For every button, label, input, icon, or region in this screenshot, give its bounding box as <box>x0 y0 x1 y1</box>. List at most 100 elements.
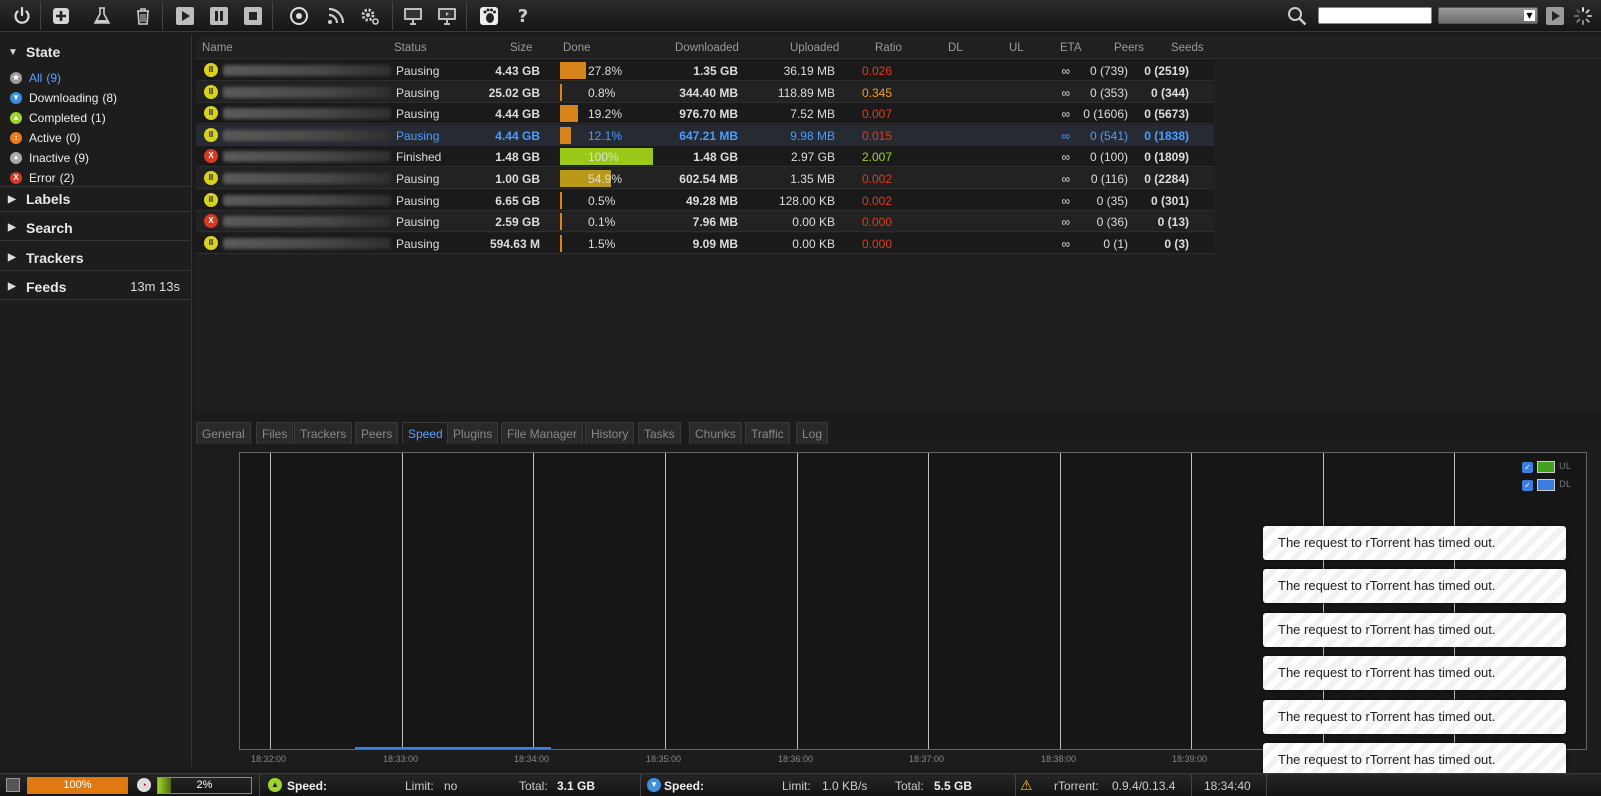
torrent-row[interactable]: II Pausing 25.02 GB 0.8% 344.40 MB 118.89 MB 0… <box>196 81 1214 103</box>
rss-feed-icon[interactable] <box>323 3 349 29</box>
cell-done-text: 54.9% <box>588 172 623 186</box>
start-icon[interactable] <box>172 3 198 29</box>
torrent-name-redacted <box>223 129 391 141</box>
checkbox-ul[interactable]: ✓ <box>1522 461 1533 473</box>
ul-limit-value[interactable]: no <box>444 779 457 793</box>
col-name[interactable]: Name <box>202 42 233 54</box>
disk-meter: 100% <box>27 777 128 794</box>
state-item-completed[interactable]: ▲ Completed (1) <box>10 109 106 127</box>
cell-done-text: 0.8% <box>588 85 616 100</box>
labels-header[interactable]: ▶ Labels <box>0 186 190 212</box>
col-uploaded[interactable]: Uploaded <box>790 42 839 54</box>
col-eta[interactable]: ETA <box>1060 42 1082 54</box>
search-go-icon[interactable] <box>1542 3 1568 29</box>
col-seeds[interactable]: Seeds <box>1171 42 1204 54</box>
search-input[interactable] <box>1318 7 1432 24</box>
state-label: Active <box>29 131 62 145</box>
expand-down-icon: ▼ <box>8 46 18 58</box>
create-icon[interactable] <box>89 3 115 29</box>
help-icon[interactable]: ? <box>510 3 536 29</box>
tab-file-manager[interactable]: File Manager <box>501 422 584 444</box>
torrent-row[interactable]: II Pausing 4.44 GB 19.2% 976.70 MB 7.52 MB 0.0… <box>196 103 1214 125</box>
cell-downloaded: 976.70 MB <box>679 107 738 122</box>
state-item-all[interactable]: ★ All (9) <box>10 69 61 87</box>
tab-files[interactable]: Files <box>256 422 294 444</box>
cell-seeds: 0 (2519) <box>1144 64 1189 78</box>
legend-ul[interactable]: ✓ UL <box>1522 461 1571 473</box>
cell-seeds: 0 (2284) <box>1144 172 1189 186</box>
tab-peers[interactable]: Peers <box>355 422 399 444</box>
power-icon[interactable] <box>9 3 35 29</box>
col-dl[interactable]: DL <box>948 42 963 54</box>
search-engine-select[interactable]: ▼ <box>1438 7 1538 24</box>
torrent-row[interactable]: II Pausing 6.65 GB 0.5% 49.28 MB 128.00 KB 0.0… <box>196 189 1214 211</box>
error-toast[interactable]: The request to rTorrent has timed out. <box>1263 656 1566 691</box>
trackers-header[interactable]: ▶ Trackers <box>0 245 190 271</box>
paused-status-icon: II <box>204 235 218 250</box>
stop-icon[interactable] <box>240 3 266 29</box>
state-item-error[interactable]: X Error (2) <box>10 169 74 187</box>
error-toast[interactable]: The request to rTorrent has timed out. <box>1263 569 1566 604</box>
warning-icon[interactable]: ⚠ <box>1020 777 1033 794</box>
col-peers[interactable]: Peers <box>1114 42 1144 54</box>
cell-done-text: 12.1% <box>588 128 623 143</box>
col-downloaded[interactable]: Downloaded <box>675 42 739 54</box>
col-status[interactable]: Status <box>394 42 427 54</box>
tab-history[interactable]: History <box>585 422 635 444</box>
progress-bar <box>560 191 562 209</box>
tab-log[interactable]: Log <box>796 422 829 444</box>
tab-speed[interactable]: Speed <box>402 422 449 444</box>
dl-limit-value[interactable]: 1.0 KB/s <box>822 779 867 793</box>
error-toast[interactable]: The request to rTorrent has timed out. <box>1263 699 1566 734</box>
cell-status: Pausing <box>396 128 440 143</box>
col-size[interactable]: Size <box>510 42 532 54</box>
cell-seeds: 0 (13) <box>1157 215 1189 230</box>
pause-icon[interactable] <box>206 3 232 29</box>
ul-limit-label: Limit: <box>405 779 434 793</box>
error-toast[interactable]: The request to rTorrent has timed out. <box>1263 526 1566 560</box>
col-done[interactable]: Done <box>563 42 591 54</box>
cell-eta: ∞ <box>1061 64 1070 78</box>
error-toast[interactable]: The request to rTorrent has timed out. <box>1263 612 1566 647</box>
tab-traffic[interactable]: Traffic <box>745 422 790 444</box>
dl-speed-line <box>355 747 551 749</box>
labels-header-label: Labels <box>26 191 71 207</box>
legend-dl[interactable]: ✓ DL <box>1522 479 1571 491</box>
x-tick-label: 18:36:00 <box>778 754 814 764</box>
screen-share-icon[interactable] <box>434 3 460 29</box>
add-icon[interactable] <box>48 3 74 29</box>
settings-icon[interactable] <box>357 3 383 29</box>
search-header[interactable]: ▶ Search <box>0 215 190 241</box>
torrent-row[interactable]: II Pausing 4.44 GB 12.1% 647.21 MB 9.98 MB 0.0… <box>196 124 1214 146</box>
torrent-row[interactable]: II Pausing 594.63 M 1.5% 9.09 MB 0.00 KB 0.000… <box>196 232 1214 254</box>
checkbox-dl[interactable]: ✓ <box>1522 479 1533 491</box>
torrent-row[interactable]: II Pausing 4.43 GB 27.8% 1.35 GB 36.19 MB 0.02… <box>196 60 1214 81</box>
tab-chunks[interactable]: Chunks <box>689 422 742 444</box>
state-count: (9) <box>46 71 62 85</box>
cell-uploaded: 1.35 MB <box>790 172 835 186</box>
tab-general[interactable]: General <box>196 422 251 444</box>
torrent-row[interactable]: X Finished 1.48 GB 100% 1.48 GB 2.97 GB 2.007 ∞… <box>196 146 1214 168</box>
state-error-icon: X <box>10 172 22 184</box>
tab-plugins[interactable]: Plugins <box>447 422 499 444</box>
dl-total-label: Total: <box>895 779 924 793</box>
error-toast[interactable]: The request to rTorrent has timed out. <box>1263 743 1566 777</box>
state-item-downloading[interactable]: ▼ Downloading (8) <box>10 89 117 107</box>
remove-icon[interactable] <box>130 3 156 29</box>
cell-done-text: 27.8% <box>588 64 623 78</box>
screen-icon[interactable] <box>400 3 426 29</box>
col-ul[interactable]: UL <box>1009 42 1024 54</box>
tab-trackers[interactable]: Trackers <box>294 422 353 444</box>
gnome-foot-icon[interactable] <box>476 3 502 29</box>
torrent-row[interactable]: II Pausing 1.00 GB 54.9% 602.54 MB 1.35 MB 0.0… <box>196 168 1214 189</box>
state-header[interactable]: ▼ State <box>0 39 190 65</box>
torrent-row[interactable]: X Pausing 2.59 GB 0.1% 7.96 MB 0.00 KB 0.000 ∞ 0… <box>196 211 1214 233</box>
col-ratio[interactable]: Ratio <box>875 42 902 54</box>
state-item-active[interactable]: ↕ Active (0) <box>10 129 80 147</box>
feeds-header[interactable]: ▶ Feeds 13m 13s <box>0 274 190 300</box>
state-count: (8) <box>102 91 118 105</box>
rss-icon-circle[interactable] <box>286 3 312 29</box>
tab-tasks[interactable]: Tasks <box>638 422 681 444</box>
status-bar: 100% ◔ 2% ▲ Speed: Limit: no Total: 3.1 … <box>0 773 1601 796</box>
state-item-inactive[interactable]: ● Inactive (9) <box>10 149 89 167</box>
